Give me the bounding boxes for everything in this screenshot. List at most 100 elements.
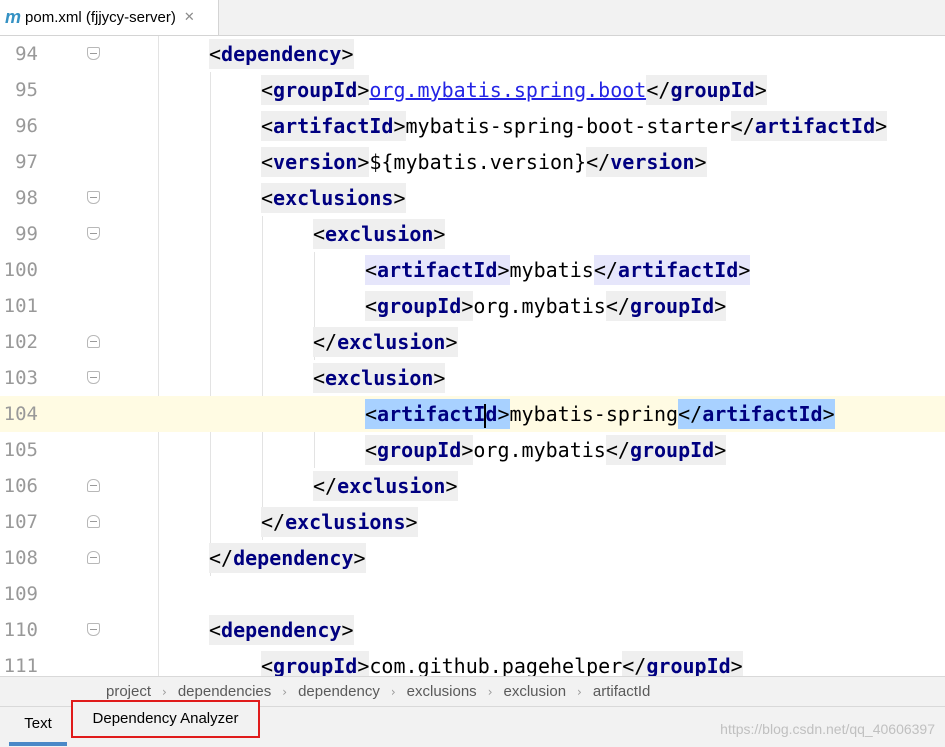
xml-close-tag: </exclusion>	[313, 471, 458, 501]
code-line[interactable]: 111 <groupId>com.github.pagehelper</group…	[0, 648, 945, 676]
tag-bracket: >	[433, 366, 446, 390]
code-line[interactable]: 101 <groupId>org.mybatis</groupId>	[0, 288, 945, 324]
code-line[interactable]: 95 <groupId>org.mybatis.spring.boot</grou…	[0, 72, 945, 108]
tag-bracket: >	[738, 258, 751, 282]
breadcrumb-item-dependency[interactable]: dependency	[298, 683, 380, 700]
code-content: <groupId>org.mybatis</groupId>	[365, 288, 727, 324]
code-line[interactable]: 99 <exclusion>	[0, 216, 945, 252]
tag-name: exclusion	[325, 366, 434, 390]
tag-bracket: </	[209, 546, 234, 570]
code-line[interactable]: 104 <artifactId>mybatis-spring</artifactI…	[0, 396, 945, 432]
tag-bracket: >	[730, 654, 743, 676]
code-line[interactable]: 109	[0, 576, 945, 612]
code-line[interactable]: 110 <dependency>	[0, 612, 945, 648]
code-line[interactable]: 105 <groupId>org.mybatis</groupId>	[0, 432, 945, 468]
tag-bracket: <	[261, 114, 274, 138]
code-line[interactable]: 103 <exclusion>	[0, 360, 945, 396]
maven-m-icon: m	[5, 7, 22, 27]
tag-bracket: >	[405, 510, 418, 534]
fold-close-icon[interactable]	[87, 479, 100, 492]
text-value: mybatis-spring	[509, 402, 679, 426]
code-line[interactable]: 106 </exclusion>	[0, 468, 945, 504]
xml-open-tag: <artifactId>	[261, 111, 406, 141]
fold-open-icon[interactable]	[87, 371, 100, 384]
code-line[interactable]: 108 </dependency>	[0, 540, 945, 576]
code-line[interactable]: 107 </exclusions>	[0, 504, 945, 540]
group-id-link[interactable]: org.mybatis.spring.boot	[369, 78, 646, 102]
tag-bracket: >	[461, 438, 474, 462]
tag-bracket: </	[678, 402, 703, 426]
editor-tab-bar: m pom.xml (fjjycy-server) ✕	[0, 0, 945, 36]
breadcrumb-item-dependencies[interactable]: dependencies	[178, 683, 271, 700]
xml-open-tag: <groupId>	[261, 651, 370, 676]
xml-close-tag: </groupId>	[622, 651, 743, 676]
code-content: <dependency>	[209, 612, 354, 648]
code-line[interactable]: 100 <artifactId>mybatis</artifactId>	[0, 252, 945, 288]
tag-bracket: >	[353, 546, 366, 570]
tag-bracket: <	[365, 402, 378, 426]
code-content: <dependency>	[209, 36, 354, 72]
tab-dependency-analyzer[interactable]: Dependency Analyzer	[71, 700, 260, 738]
chevron-right-icon: ›	[577, 684, 582, 699]
code-line[interactable]: 94 <dependency>	[0, 36, 945, 72]
code-line[interactable]: 102 </exclusion>	[0, 324, 945, 360]
fold-close-icon[interactable]	[87, 335, 100, 348]
tag-bracket: >	[433, 222, 446, 246]
code-content: <groupId>org.mybatis.spring.boot</groupI…	[261, 72, 767, 108]
fold-close-icon[interactable]	[87, 551, 100, 564]
fold-open-icon[interactable]	[87, 191, 100, 204]
code-line[interactable]: 96 <artifactId>mybatis-spring-boot-starte…	[0, 108, 945, 144]
fold-open-icon[interactable]	[87, 623, 100, 636]
tag-name: exclusion	[337, 330, 446, 354]
line-number: 96	[15, 115, 38, 137]
xml-open-tag: <exclusions>	[261, 183, 406, 213]
tag-bracket: </	[313, 474, 338, 498]
text-value: com.github.pagehelper	[369, 654, 623, 676]
text-value: mybatis	[509, 258, 594, 282]
line-number: 97	[15, 151, 38, 173]
line-number: 104	[3, 403, 38, 425]
xml-open-tag: <artifactId>	[365, 255, 510, 285]
tag-name: artifactId	[754, 114, 876, 138]
code-content: <groupId>org.mybatis</groupId>	[365, 432, 727, 468]
breadcrumb-item-project[interactable]: project	[106, 683, 151, 700]
xml-open-tag: <artifactId>	[365, 399, 510, 429]
code-editor[interactable]: 94 <dependency> 95 <groupId>org.mybatis.spr…	[0, 36, 945, 676]
tag-name: groupId	[646, 654, 731, 676]
tag-bracket: >	[357, 150, 370, 174]
chevron-right-icon: ›	[487, 684, 493, 699]
line-number: 106	[3, 475, 38, 497]
line-number: 109	[3, 583, 38, 605]
tag-bracket: >	[822, 402, 835, 426]
breadcrumb-item-artifactid[interactable]: artifactId	[593, 683, 651, 700]
tag-bracket: </	[586, 150, 611, 174]
tab-text[interactable]: Text	[9, 707, 67, 746]
fold-open-icon[interactable]	[87, 227, 100, 240]
xml-close-tag: </groupId>	[646, 75, 767, 105]
close-icon[interactable]: ✕	[184, 10, 195, 25]
tag-bracket: <	[365, 258, 378, 282]
fold-close-icon[interactable]	[87, 515, 100, 528]
code-line[interactable]: 98 <exclusions>	[0, 180, 945, 216]
tab-pom-xml[interactable]: m pom.xml (fjjycy-server) ✕	[0, 0, 219, 35]
code-content: <artifactId>mybatis</artifactId>	[365, 252, 751, 288]
tag-name: artifactId	[702, 402, 823, 426]
chevron-right-icon: ›	[282, 684, 288, 699]
tag-name: groupId	[629, 438, 715, 462]
tag-bracket: >	[714, 294, 727, 318]
code-content: <artifactId>mybatis-spring</artifactId>	[365, 396, 835, 432]
tag-name: exclusion	[337, 474, 446, 498]
code-content: <exclusion>	[313, 216, 446, 252]
line-number: 98	[15, 187, 38, 209]
breadcrumb-item-exclusions[interactable]: exclusions	[407, 683, 477, 700]
line-number: 103	[3, 367, 38, 389]
line-number: 111	[3, 655, 38, 676]
bottom-tab-bar: Text Dependency Analyzer https://blog.cs…	[0, 700, 945, 747]
xml-open-tag: <dependency>	[209, 39, 354, 69]
breadcrumb-item-exclusion[interactable]: exclusion	[504, 683, 567, 700]
xml-close-tag: </version>	[586, 147, 707, 177]
fold-open-icon[interactable]	[87, 47, 100, 60]
line-number: 100	[3, 259, 38, 281]
tag-bracket: </	[593, 258, 618, 282]
code-line[interactable]: 97 <version>${mybatis.version}</version>	[0, 144, 945, 180]
